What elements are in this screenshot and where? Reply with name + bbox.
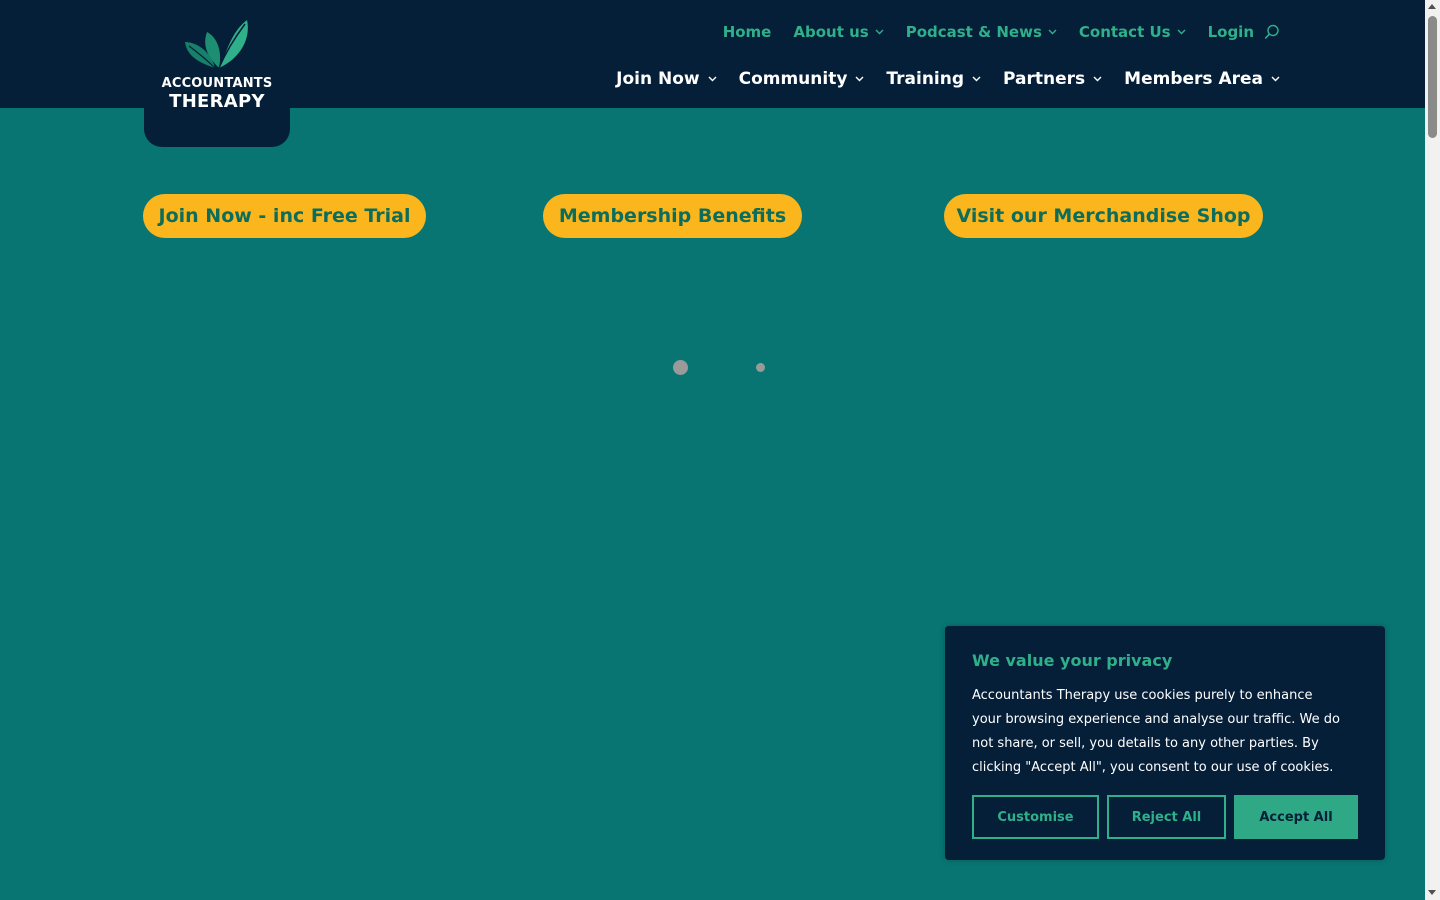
main-nav-label: Community	[738, 69, 848, 89]
top-nav-contact-us[interactable]: Contact Us	[1079, 23, 1186, 41]
leaf-icon	[185, 20, 248, 69]
top-nav-label: Podcast & News	[905, 23, 1042, 41]
membership-benefits-button[interactable]: Membership Benefits	[543, 194, 802, 238]
chevron-down-icon	[1271, 76, 1280, 82]
main-nav-label: Join Now	[616, 69, 700, 89]
logo-text-top: ACCOUNTANTS	[161, 76, 273, 91]
join-now-button[interactable]: Join Now - inc Free Trial	[143, 194, 426, 238]
main-nav-label: Partners	[1003, 69, 1086, 89]
chevron-down-icon	[855, 76, 864, 82]
cookie-text: Accountants Therapy use cookies purely t…	[972, 688, 1340, 775]
main-nav-join-now[interactable]: Join Now	[616, 69, 717, 89]
page: ACCOUNTANTS THERAPY Home About us Podcas…	[0, 0, 1425, 900]
vertical-scrollbar[interactable]	[1425, 0, 1440, 900]
main-nav-partners[interactable]: Partners	[1003, 69, 1102, 89]
customise-button[interactable]: Customise	[972, 795, 1099, 839]
top-nav-label: About us	[793, 23, 869, 41]
cookie-buttons: Customise Reject All Accept All	[972, 795, 1358, 839]
top-nav-about-us[interactable]: About us	[793, 23, 884, 41]
main-nav-label: Training	[886, 69, 965, 89]
top-nav-podcast-news[interactable]: Podcast & News	[906, 23, 1057, 41]
chevron-down-icon	[708, 76, 717, 82]
top-nav-label: Login	[1207, 23, 1254, 41]
merchandise-shop-button[interactable]: Visit our Merchandise Shop	[944, 194, 1263, 238]
cookie-consent-panel: We value your privacy Accountants Therap…	[945, 626, 1385, 860]
main-nav-community[interactable]: Community	[739, 69, 865, 89]
chevron-down-icon	[972, 76, 981, 82]
reject-all-button[interactable]: Reject All	[1107, 795, 1226, 839]
search-icon[interactable]	[1264, 24, 1280, 40]
chevron-down-icon	[1048, 29, 1057, 35]
main-nav-label: Members Area	[1124, 69, 1263, 89]
carousel-dot[interactable]	[756, 363, 765, 372]
chevron-down-icon	[875, 29, 884, 35]
scroll-up-arrow-icon[interactable]	[1428, 4, 1436, 9]
cookie-title: We value your privacy	[972, 651, 1173, 670]
top-nav-label: Contact Us	[1078, 23, 1171, 41]
main-nav-members-area[interactable]: Members Area	[1124, 69, 1280, 89]
accept-all-button[interactable]: Accept All	[1234, 795, 1358, 839]
scroll-down-arrow-icon[interactable]	[1428, 890, 1436, 895]
chevron-down-icon	[1093, 76, 1102, 82]
carousel-dot-active[interactable]	[673, 360, 688, 375]
site-header: ACCOUNTANTS THERAPY Home About us Podcas…	[0, 0, 1425, 147]
logo-text-bottom: THERAPY	[169, 91, 265, 112]
top-nav-home[interactable]: Home	[723, 23, 772, 41]
main-nav: Join Now Community Training Partners Mem…	[616, 64, 1280, 94]
top-nav: Home About us Podcast & News Contact Us …	[723, 18, 1280, 46]
top-nav-label: Home	[722, 23, 772, 41]
chevron-down-icon	[1177, 29, 1186, 35]
top-nav-login[interactable]: Login	[1208, 23, 1254, 41]
site-logo[interactable]: ACCOUNTANTS THERAPY	[144, 0, 290, 147]
main-nav-training[interactable]: Training	[886, 69, 981, 89]
scrollbar-thumb[interactable]	[1428, 16, 1437, 138]
